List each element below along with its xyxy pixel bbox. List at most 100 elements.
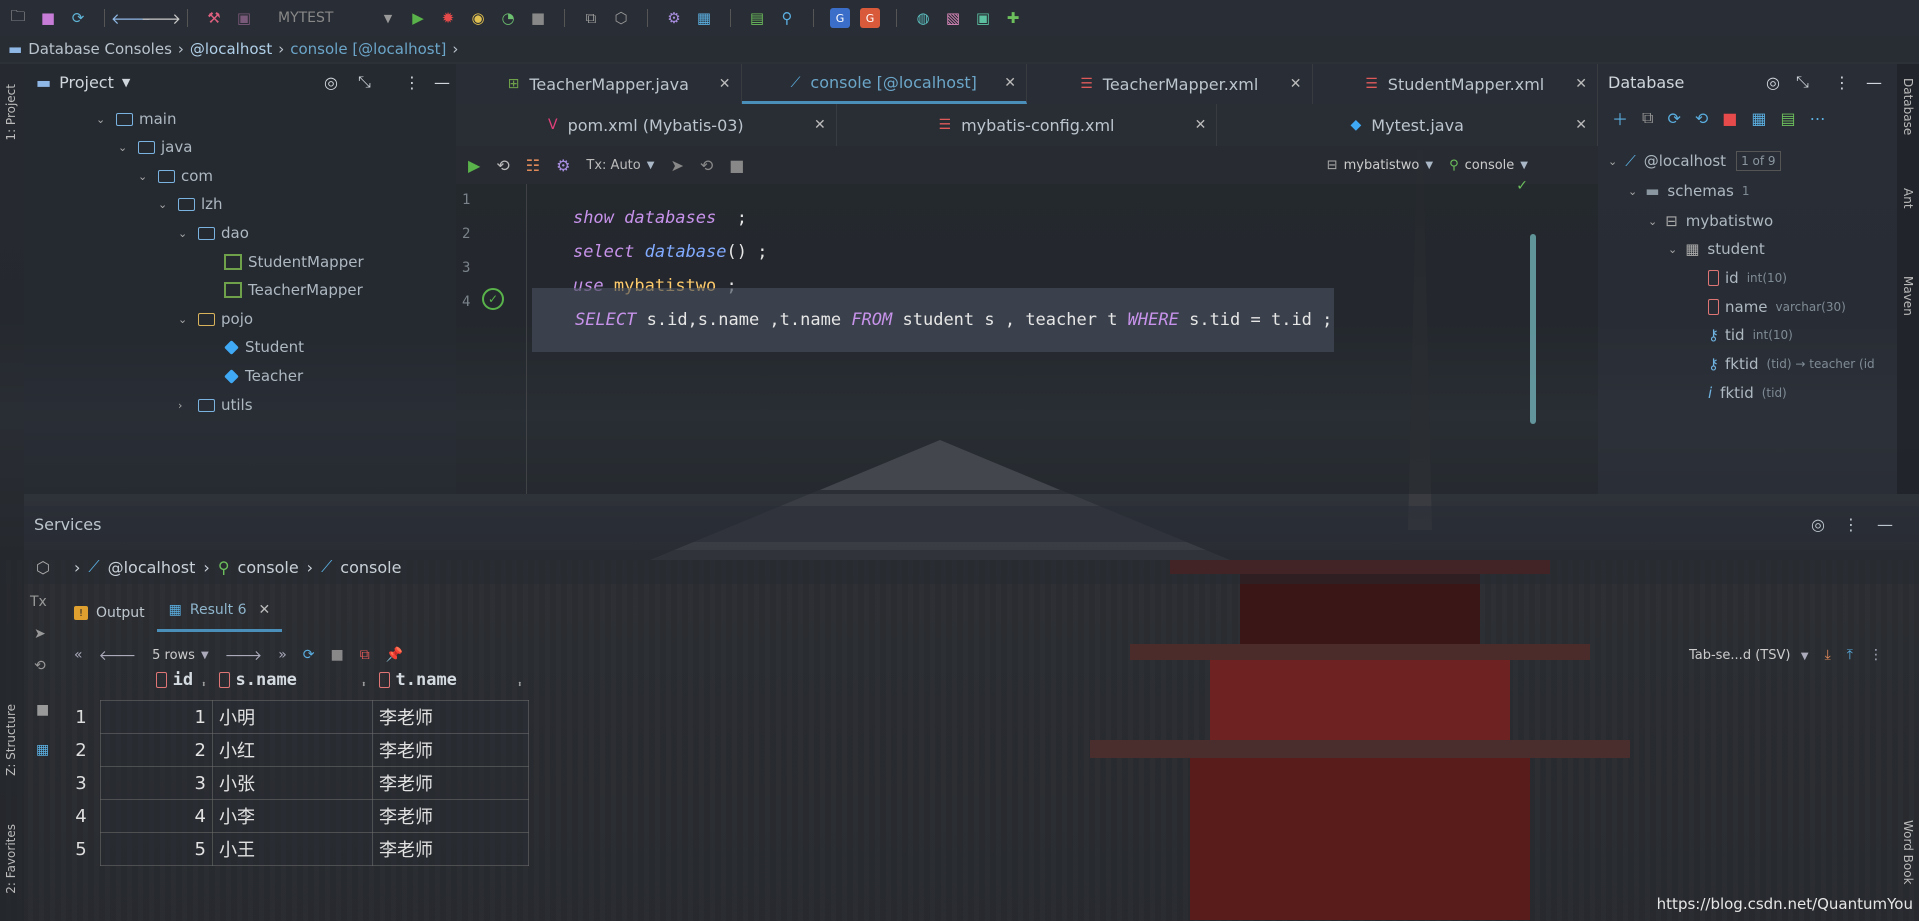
tree-item-utils[interactable]: › utils [178,392,253,418]
tab-result-6[interactable]: ▦ Result 6 ✕ [156,591,283,632]
services-crumb-host[interactable]: @localhost [108,558,196,577]
more-icon[interactable]: ⋯ [1810,109,1826,128]
tab-console-localhost[interactable]: ⟋ console [@localhost] ✕ [741,64,1027,104]
collapse-icon[interactable]: ⤡ [358,72,371,92]
table-row[interactable]: 5 5 小王 李老师 [62,832,529,866]
ant-toolwindow-button[interactable]: Ant [1901,188,1915,209]
column-header-s-name[interactable]: s.name ⬍ [213,670,373,701]
chevron-down-icon[interactable]: ▼ [201,650,209,661]
breadcrumb-console[interactable]: console [@localhost] [290,40,446,58]
add-icon[interactable]: ＋ [1612,106,1628,130]
close-icon[interactable]: ✕ [1575,117,1587,133]
table-row[interactable]: 2 2 小红 李老师 [62,733,529,767]
tab-output[interactable]: ! Output [62,594,157,632]
table-row[interactable]: 4 4 小李 李老师 [62,799,529,833]
column-header-id[interactable]: id ⬍ [101,670,213,701]
next-page-icon[interactable]: 🡒 [225,647,263,664]
export-format-select[interactable]: Tab-se...d (TSV) ▼ [1689,647,1809,663]
db-column-node[interactable]: id int(10) [1708,263,1787,293]
db-schema-node[interactable]: ⌄ ⊟ mybatistwo [1648,206,1773,236]
open-folder-icon[interactable]: 🗀 [8,7,28,28]
tree-item-com[interactable]: ⌄ com [138,163,213,189]
services-crumb-console[interactable]: console [238,558,299,577]
schema-selector[interactable]: ⊟ mybatistwo ▼ [1327,158,1433,173]
console-selector[interactable]: ⚲ console ▼ [1449,158,1528,173]
refresh-icon[interactable]: ⟳ [303,647,315,663]
services-crumb-console-2[interactable]: console [340,558,401,577]
stop-icon[interactable]: ■ [528,8,548,28]
chevron-down-icon[interactable]: ▼ [647,160,655,171]
tree-item-main[interactable]: ⌄ main [96,106,176,132]
grid-icon[interactable]: ▦ [36,742,49,758]
tree-item-lzh[interactable]: ⌄ lzh [158,191,223,217]
db-index-node[interactable]: i fktid (tid) [1708,378,1787,408]
tab-studentmapper-xml[interactable]: ☰ StudentMapper.xml ✕ [1313,64,1598,104]
editor-scrollbar[interactable] [1530,234,1536,424]
services-tree-icon[interactable]: ⬡ [36,558,50,577]
plugins-icon[interactable]: ▧ [943,8,963,28]
breadcrumb-host[interactable]: @localhost [190,40,272,58]
tab-mytest-java[interactable]: ◆ Mytest.java ✕ [1217,104,1599,146]
deploy-icon[interactable]: ⬡ [611,8,631,28]
structure-toolwindow-button[interactable]: Z: Structure [4,704,18,776]
disconnect-icon[interactable]: ■ [1722,109,1737,128]
coverage-icon[interactable]: ◉ [468,8,488,28]
rows-count-select[interactable]: 5 rows [152,648,195,663]
last-page-icon[interactable]: » [278,647,287,663]
first-page-icon[interactable]: « [74,647,83,663]
sql-editor[interactable]: 1 2 3 4 ✓ show databases ; select databa… [456,178,1598,494]
console-icon[interactable]: ▤ [1781,109,1796,128]
db-host-node[interactable]: ⌄ ⟋ @localhost 1 of 9 [1608,146,1781,176]
tree-item-teacher[interactable]: Teacher [218,363,303,389]
db-foreign-key-node[interactable]: ⚷ fktid (tid) → teacher (id [1708,349,1875,379]
sync-icon[interactable]: ⟳ [68,8,88,28]
gear-icon[interactable]: ⚙ [556,156,570,175]
translate-alt-icon[interactable]: G [860,8,880,28]
target-icon[interactable]: ◎ [324,73,338,92]
close-icon[interactable]: ✕ [259,602,271,618]
project-title[interactable]: Project [59,73,114,92]
run-icon[interactable]: ▶ [408,8,428,28]
tx-mode-select[interactable]: Tx: Auto [586,158,640,173]
upload-icon[interactable]: ⤒ [1847,647,1853,663]
run-config-select[interactable]: MYTEST [278,10,368,26]
target-icon[interactable]: ◎ [1811,515,1825,534]
table-row[interactable]: 1 1 小明 李老师 [62,700,529,734]
target-icon[interactable]: ◎ [1766,73,1780,92]
close-icon[interactable]: ✕ [719,76,731,92]
pin-icon[interactable]: 📌 [386,647,403,663]
settings-icon[interactable]: ⚙ [664,8,684,28]
save-icon[interactable]: ■ [38,8,58,28]
debug-icon[interactable]: ✹ [438,8,458,28]
close-icon[interactable]: ✕ [1290,76,1302,92]
tree-item-pojo[interactable]: ⌄ pojo [178,306,253,332]
more-options-icon[interactable]: ⋮ [1869,647,1883,663]
tree-item-teachermapper[interactable]: TeacherMapper [218,277,363,303]
copy-icon[interactable]: ⧉ [1642,108,1653,128]
wordbook-toolwindow-button[interactable]: Word Book [1901,820,1915,885]
project-toolwindow-button[interactable]: 1: Project [4,84,18,141]
db-schemas-node[interactable]: ⌄ ▬ schemas 1 [1628,176,1749,206]
breadcrumb-root[interactable]: Database Consoles [28,40,172,58]
tree-item-studentmapper[interactable]: StudentMapper [218,249,364,275]
close-icon[interactable]: ✕ [1004,75,1016,91]
settings-icon[interactable]: ☷ [526,156,540,175]
cancel-query-icon[interactable]: ■ [729,156,744,175]
diagram-icon[interactable]: ▣ [973,8,993,28]
back-icon[interactable]: 🡐 [111,8,151,28]
history-icon[interactable]: ⟲ [496,156,509,175]
more-options-icon[interactable]: ⋮ [1834,73,1850,92]
more-options-icon[interactable]: ⋮ [404,73,420,92]
db-column-node[interactable]: name varchar(30) [1708,292,1846,322]
tree-item-dao[interactable]: ⌄ dao [178,220,249,246]
stop-icon[interactable]: ■ [36,702,49,718]
tab-mybatis-config-xml[interactable]: ☰ mybatis-config.xml ✕ [837,104,1218,146]
minimize-icon[interactable]: — [1877,515,1893,534]
previous-page-icon[interactable]: 🡐 [99,647,137,664]
db-table-node[interactable]: ⌄ ▦ student [1668,234,1765,264]
commit-icon[interactable]: ➤ [34,626,46,642]
favorites-toolwindow-button[interactable]: 2: Favorites [4,824,18,894]
close-icon[interactable]: ✕ [1575,76,1587,92]
rollback-icon[interactable]: ⟲ [700,156,713,175]
schema-icon[interactable]: ⟲ [1695,109,1708,128]
